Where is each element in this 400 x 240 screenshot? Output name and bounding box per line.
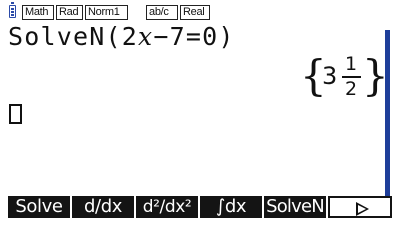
f3-second-derivative-button[interactable]: d²/dx²: [136, 196, 198, 218]
battery-icon: [9, 2, 16, 18]
result-whole-part: 3: [322, 62, 338, 90]
display-format-indicator: Norm1: [85, 5, 128, 20]
expression-line[interactable]: SolveN(2x−7=0): [8, 22, 235, 52]
f1-solve-button[interactable]: Solve: [8, 196, 70, 218]
f5-solven-button[interactable]: SolveN: [264, 196, 326, 218]
input-cursor[interactable]: [9, 104, 22, 124]
f2-derivative-button[interactable]: d/dx: [72, 196, 134, 218]
math-mode-indicator: Math: [22, 5, 54, 20]
expression-variable: x: [138, 22, 154, 51]
fraction-mode-indicator: ab/c: [146, 5, 178, 20]
expression-function: SolveN(2: [8, 22, 139, 51]
result-denominator: 2: [344, 78, 358, 100]
expression-rest: −7=0): [153, 22, 235, 51]
angle-unit-indicator: Rad: [56, 5, 83, 20]
complex-mode-indicator: Real: [180, 5, 210, 20]
f4-integral-button[interactable]: ∫dx: [200, 196, 262, 218]
result-numerator: 1: [344, 53, 358, 75]
function-key-bar: Solve d/dx d²/dx² ∫dx SolveN: [8, 196, 392, 218]
f6-next-menu-button[interactable]: [328, 196, 392, 218]
scrollbar[interactable]: [385, 30, 390, 196]
status-bar: Math Rad Norm1 ab/c Real: [0, 0, 400, 24]
next-menu-icon: [356, 202, 369, 216]
result-output: { 3 1 2 }: [300, 50, 389, 102]
